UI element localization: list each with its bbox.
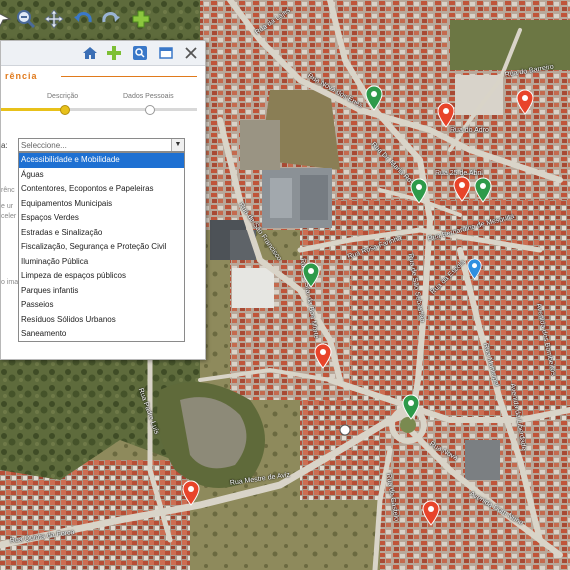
close-icon[interactable]: [182, 44, 200, 62]
obscured-text: e ur: [1, 203, 14, 210]
home-icon[interactable]: [81, 44, 99, 62]
step-personal-data-label: Dados Pessoais: [123, 93, 174, 100]
obscured-text: celer: [1, 213, 17, 220]
chevron-down-icon[interactable]: ▼: [171, 139, 184, 151]
add-icon[interactable]: [128, 6, 154, 32]
dropdown-option[interactable]: Equipamentos Municipais: [19, 197, 184, 212]
red-pin-icon[interactable]: [453, 176, 471, 202]
green-pin-icon[interactable]: [365, 85, 383, 111]
progress-steps: Descrição Dados Pessoais: [1, 91, 205, 121]
add-icon[interactable]: [105, 44, 123, 62]
dropdown-option[interactable]: Acessibilidade e Mobilidade: [19, 153, 184, 168]
red-pin-icon[interactable]: [314, 343, 332, 369]
zoom-out-icon[interactable]: [13, 6, 39, 32]
dropdown-option[interactable]: Fiscalização, Segurança e Proteção Civil: [19, 240, 184, 255]
step-description-dot[interactable]: [60, 105, 70, 115]
dropdown-option[interactable]: Águas: [19, 168, 184, 183]
red-pin-icon[interactable]: [437, 102, 455, 128]
dropdown-option[interactable]: Espaços Verdes: [19, 211, 184, 226]
obscured-text: rênc: [1, 187, 15, 194]
green-pin-icon[interactable]: [402, 394, 420, 420]
step-description-label: Descrição: [47, 93, 79, 100]
dropdown-option[interactable]: Contentores, Ecopontos e Papeleiras: [19, 182, 184, 197]
pan-icon[interactable]: [41, 6, 67, 32]
panel-title: rência: [5, 71, 38, 81]
progress-fill: [1, 108, 65, 111]
dropdown-option[interactable]: Iluminação Pública: [19, 255, 184, 270]
step-personal-data-dot[interactable]: [145, 105, 155, 115]
blue-pin-icon[interactable]: [467, 258, 482, 280]
panel-header: [1, 41, 205, 66]
report-panel: rência Descrição Dados Pessoais a: Selec…: [0, 40, 206, 360]
dropdown-option[interactable]: Resíduos Sólidos Urbanos: [19, 313, 184, 328]
undo-icon[interactable]: [70, 6, 96, 32]
dropdown-option[interactable]: Saneamento: [19, 327, 184, 341]
dropdown-option[interactable]: Passeios: [19, 298, 184, 313]
category-label: a:: [1, 141, 8, 150]
dropdown-option[interactable]: Limpeza de espaços públicos: [19, 269, 184, 284]
search-icon[interactable]: [131, 44, 149, 62]
title-divider: [61, 76, 197, 77]
window-icon[interactable]: [157, 44, 175, 62]
redo-icon[interactable]: [98, 6, 124, 32]
category-dropdown-list: Acessibilidade e Mobilidade Águas Conten…: [18, 152, 185, 342]
category-select[interactable]: Seleccione... ▼: [18, 138, 185, 152]
road-label: Rua do Adro: [450, 127, 489, 134]
red-pin-icon[interactable]: [516, 89, 534, 115]
green-pin-icon[interactable]: [474, 177, 492, 203]
red-pin-icon[interactable]: [422, 500, 440, 526]
green-pin-icon[interactable]: [410, 178, 428, 204]
obscured-text: o ima: [1, 279, 19, 286]
select-value: Seleccione...: [21, 141, 67, 150]
dropdown-option[interactable]: Parques infantis: [19, 284, 184, 299]
dropdown-option[interactable]: Estradas e Sinalização: [19, 226, 184, 241]
green-pin-icon[interactable]: [302, 262, 320, 288]
red-pin-icon[interactable]: [182, 480, 200, 506]
